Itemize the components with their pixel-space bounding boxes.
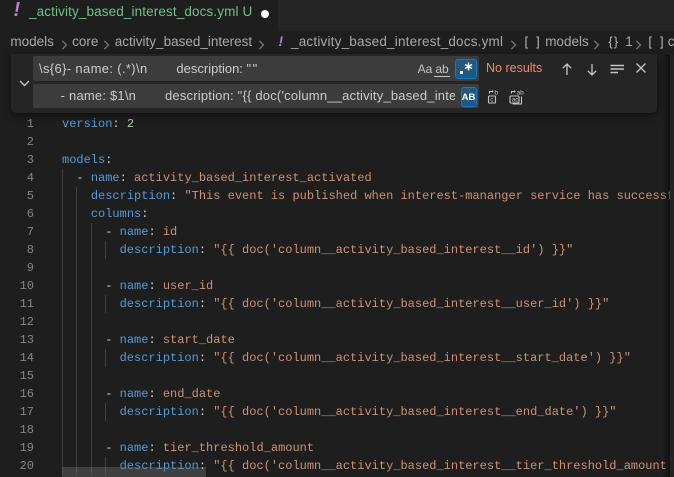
svg-text:ac: ac [512, 97, 520, 104]
svg-text:ab: ab [517, 90, 525, 97]
svg-text:b: b [495, 90, 499, 97]
